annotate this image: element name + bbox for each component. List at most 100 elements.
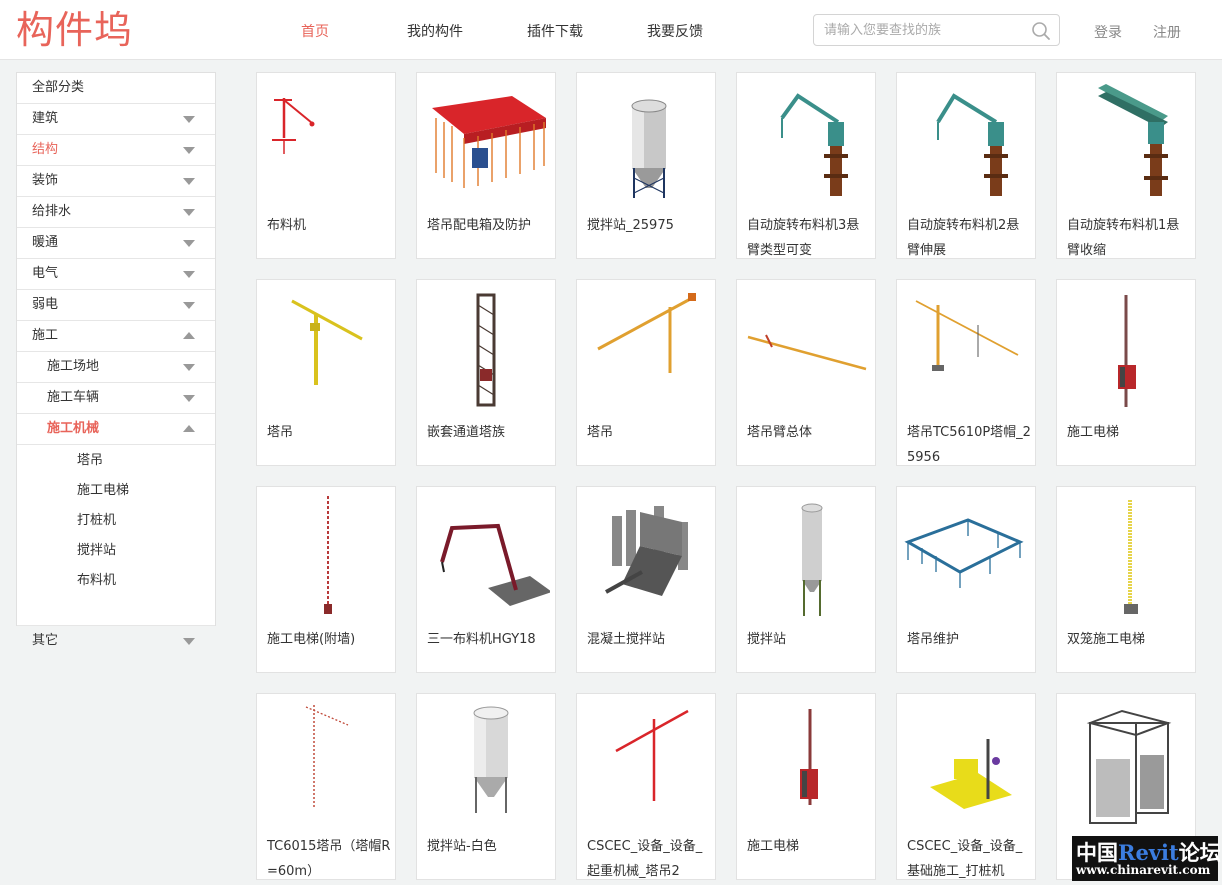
fenced-distribution-box-icon <box>432 96 546 188</box>
sidebar-item-label: 施工机械 <box>47 421 100 436</box>
cage-cabin-icon <box>1086 709 1172 824</box>
component-card[interactable]: CSCEC_设备_设备_基础施工_打桩机 <box>896 693 1036 880</box>
component-card[interactable]: 搅拌站_25975 <box>576 72 716 259</box>
sidebar-item-all[interactable]: 全部分类 <box>17 73 215 104</box>
mixing-silo-icon <box>631 99 667 198</box>
register-link[interactable]: 注册 <box>1153 22 1181 42</box>
card-title: 混凝土搅拌站 <box>587 632 666 647</box>
sidebar-leaf-distributor[interactable]: 布料机 <box>17 567 215 597</box>
batching-plant-icon <box>605 506 688 596</box>
boom-distributor-icon <box>440 523 550 606</box>
forum-watermark: 中国Revit论坛 www.chinarevit.com <box>1072 836 1221 881</box>
component-card[interactable]: 施工电梯 <box>1056 279 1196 466</box>
card-title: 塔吊 <box>267 425 294 440</box>
sidebar-item-hvac[interactable]: 暖通 <box>17 228 215 259</box>
chevron-down-icon <box>183 147 195 154</box>
sidebar-item-plumbing[interactable]: 给排水 <box>17 197 215 228</box>
component-card[interactable]: 塔吊臂总体 <box>736 279 876 466</box>
auto-distributor-icon <box>936 93 1008 196</box>
site-logo[interactable]: 构件坞 <box>16 6 133 54</box>
sidebar-sub-vehicles[interactable]: 施工车辆 <box>17 383 215 414</box>
sidebar-item-label: 其它 <box>32 633 59 648</box>
sidebar-item-label: 结构 <box>32 142 59 157</box>
component-card[interactable]: 塔吊 <box>576 279 716 466</box>
component-card[interactable]: 塔吊维护 <box>896 486 1036 673</box>
crane-jib-icon <box>747 334 867 371</box>
chevron-down-icon <box>183 240 195 247</box>
sidebar-item-architecture[interactable]: 建筑 <box>17 104 215 135</box>
component-card[interactable]: CSCEC_设备_设备_起重机械_塔吊2 <box>576 693 716 880</box>
card-title: 施工电梯(附墙) <box>267 632 356 647</box>
tower-crane-icon <box>291 299 363 385</box>
sidebar-item-label: 施工场地 <box>47 359 100 374</box>
card-title: 自动旋转布料机3悬臂类型可变 <box>747 218 860 258</box>
card-title: CSCEC_设备_设备_起重机械_塔吊2 <box>587 839 703 879</box>
category-sidebar: 全部分类 建筑 结构 装饰 给排水 暖通 电气 弱电 施工 施工场地 施工车辆 … <box>16 72 216 648</box>
card-title: 塔吊TC5610P塔帽_25956 <box>907 425 1031 465</box>
component-card[interactable]: 布料机 <box>256 72 396 259</box>
component-card[interactable]: 塔吊TC5610P塔帽_25956 <box>896 279 1036 466</box>
sidebar-item-label: 建筑 <box>32 111 59 126</box>
sidebar-sub-site[interactable]: 施工场地 <box>17 352 215 383</box>
sidebar-leaf-tower-crane[interactable]: 塔吊 <box>17 447 215 477</box>
component-card[interactable]: 施工电梯(附墙) <box>256 486 396 673</box>
sidebar-leaf-pile-driver[interactable]: 打桩机 <box>17 507 215 537</box>
chevron-up-icon <box>183 332 195 339</box>
chevron-down-icon <box>183 209 195 216</box>
tower-crane-icon <box>305 705 349 809</box>
sidebar-sub-machinery[interactable]: 施工机械 <box>17 414 215 445</box>
component-card[interactable]: 自动旋转布料机3悬臂类型可变 <box>736 72 876 259</box>
component-card[interactable]: 嵌套通道塔族 <box>416 279 556 466</box>
construction-elevator-icon <box>1118 295 1136 407</box>
search-input[interactable] <box>814 15 1026 45</box>
nav-item-my-components[interactable]: 我的构件 <box>407 21 463 41</box>
card-title: 嵌套通道塔族 <box>427 425 506 440</box>
component-card[interactable]: TC6015塔吊（塔帽R=60m） <box>256 693 396 880</box>
component-card[interactable]: 混凝土搅拌站 <box>576 486 716 673</box>
chevron-down-icon <box>183 638 195 645</box>
component-card[interactable]: 双笼施工电梯 <box>1056 486 1196 673</box>
sidebar-item-decoration[interactable]: 装饰 <box>17 166 215 197</box>
nav-item-feedback[interactable]: 我要反馈 <box>647 21 703 41</box>
login-link[interactable]: 登录 <box>1094 22 1122 42</box>
sidebar-item-structure[interactable]: 结构 <box>17 135 215 166</box>
component-card[interactable]: 塔吊 <box>256 279 396 466</box>
card-title: 搅拌站-白色 <box>427 839 497 854</box>
chevron-down-icon <box>183 364 195 371</box>
component-card[interactable]: 自动旋转布料机1悬臂收缩 <box>1056 72 1196 259</box>
nav-item-home[interactable]: 首页 <box>301 21 329 41</box>
search-icon[interactable] <box>1031 21 1051 41</box>
card-title: CSCEC_设备_设备_基础施工_打桩机 <box>907 839 1023 879</box>
nav-item-plugin-download[interactable]: 插件下载 <box>527 21 583 41</box>
watermark-url: www.chinarevit.com <box>1076 863 1211 877</box>
sidebar-item-low-voltage[interactable]: 弱电 <box>17 290 215 321</box>
component-card[interactable]: 塔吊配电箱及防护 <box>416 72 556 259</box>
chevron-down-icon <box>183 271 195 278</box>
component-card[interactable]: 三一布料机HGY18 <box>416 486 556 673</box>
card-title: 搅拌站 <box>747 632 787 647</box>
double-cage-elevator-icon <box>1124 500 1138 614</box>
white-silo-icon <box>473 706 509 813</box>
sidebar-item-other[interactable]: 其它 <box>17 626 215 657</box>
tower-crane-icon <box>615 709 689 801</box>
card-title: 搅拌站_25975 <box>587 218 674 233</box>
sidebar-item-label: 装饰 <box>32 173 59 188</box>
card-title: 自动旋转布料机1悬臂收缩 <box>1067 218 1180 258</box>
component-card[interactable]: 搅拌站 <box>736 486 876 673</box>
sidebar-item-label: 施工 <box>32 328 59 343</box>
sidebar-item-construction[interactable]: 施工 <box>17 321 215 352</box>
sidebar-leaf-elevator[interactable]: 施工电梯 <box>17 477 215 507</box>
card-title: 施工电梯 <box>747 839 800 854</box>
boom-pump-icon <box>272 98 315 154</box>
card-title: 自动旋转布料机2悬臂伸展 <box>907 218 1020 258</box>
card-title: 双笼施工电梯 <box>1067 632 1146 647</box>
auto-distributor-icon <box>780 93 848 196</box>
component-card[interactable]: 搅拌站-白色 <box>416 693 556 880</box>
sidebar-item-electrical[interactable]: 电气 <box>17 259 215 290</box>
component-card[interactable]: 自动旋转布料机2悬臂伸展 <box>896 72 1036 259</box>
sidebar-leaf-mixing-station[interactable]: 搅拌站 <box>17 537 215 567</box>
search-box <box>813 14 1060 46</box>
card-title: TC6015塔吊（塔帽R=60m） <box>267 839 391 879</box>
component-card[interactable]: 施工电梯 <box>736 693 876 880</box>
sidebar-item-label: 弱电 <box>32 297 59 312</box>
